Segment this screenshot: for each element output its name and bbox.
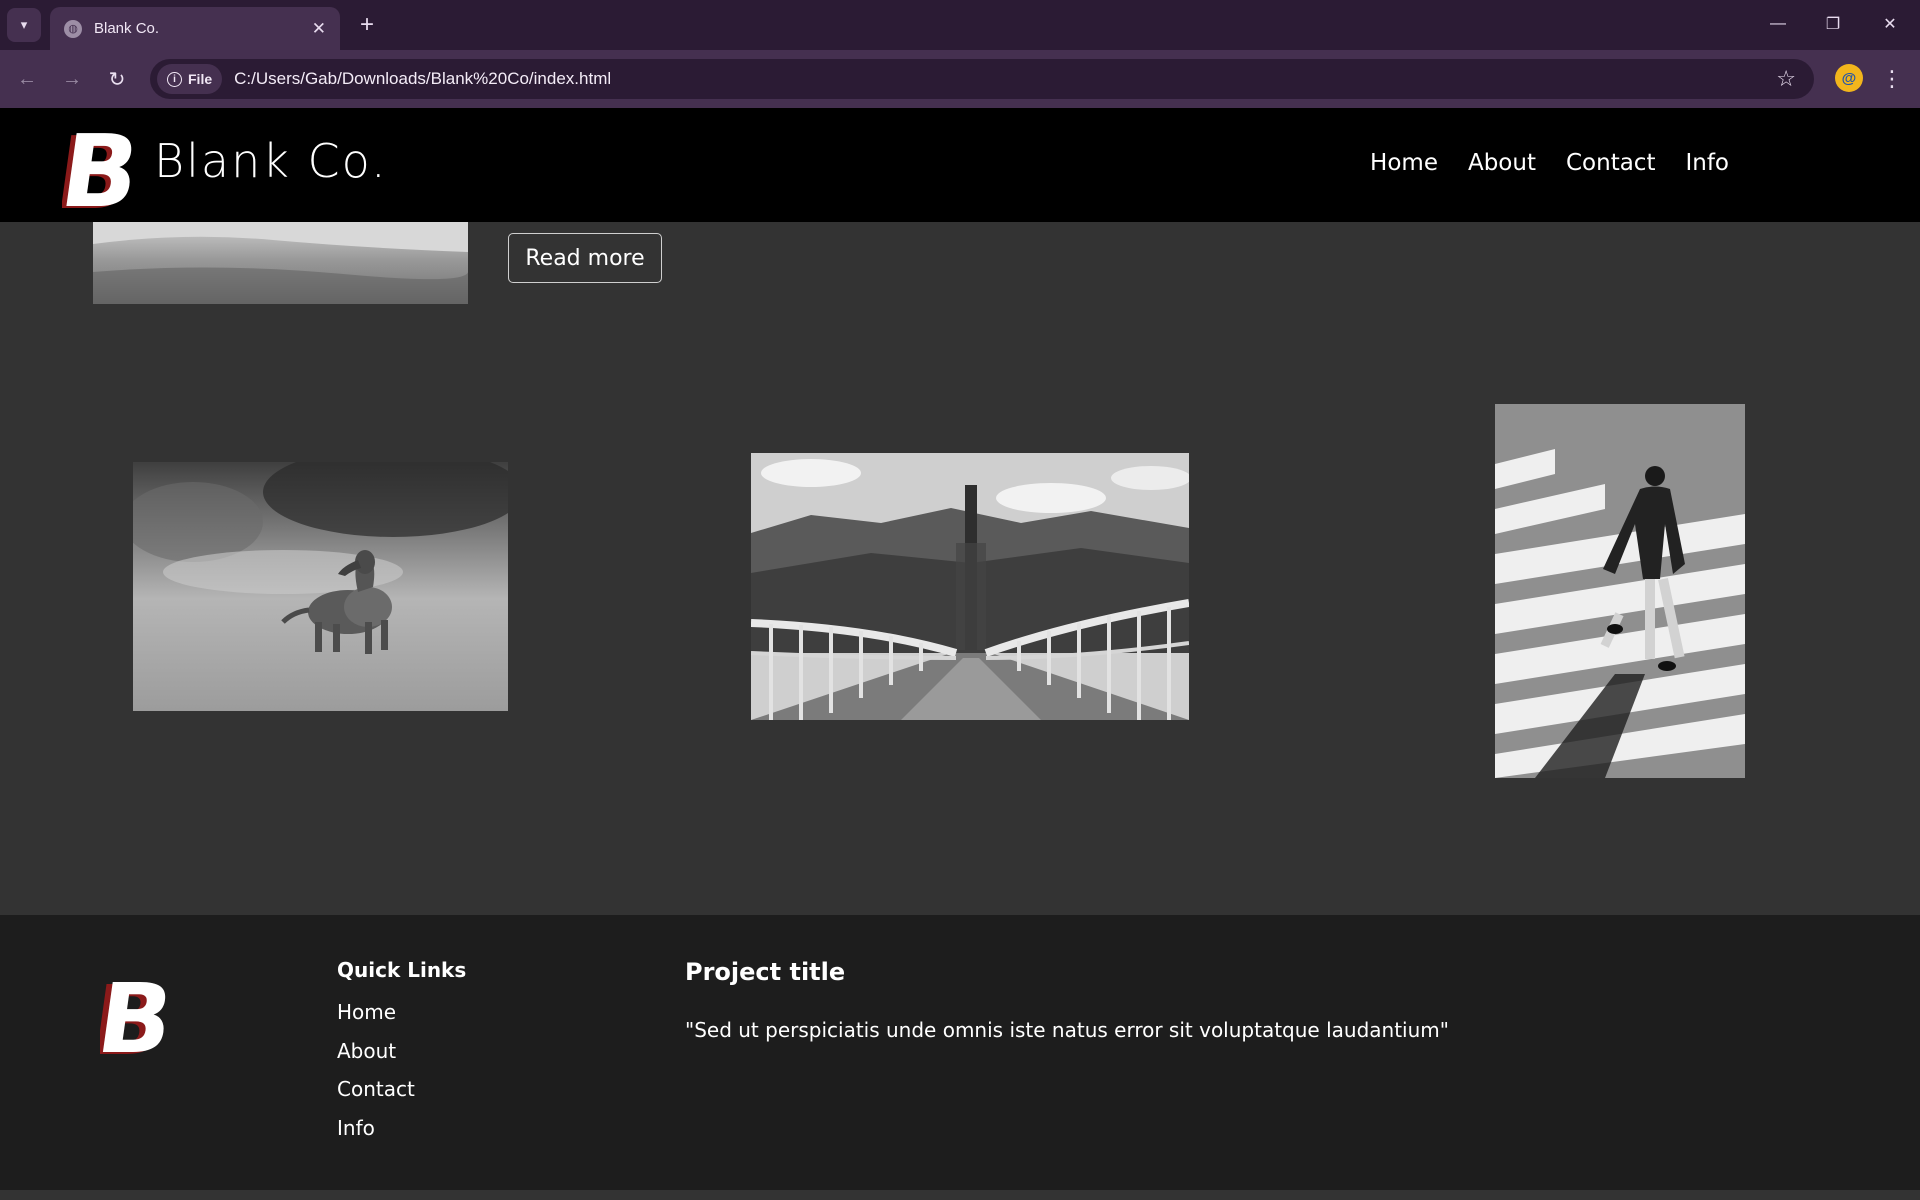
browser-tab-bar: ▾ ◍ Blank Co. ✕ + — ❐ ✕ (0, 0, 1920, 50)
quick-links-title: Quick Links (337, 958, 467, 982)
close-icon[interactable]: ✕ (312, 19, 326, 39)
footer-link-home[interactable]: Home (337, 1000, 415, 1039)
footer-link-about[interactable]: About (337, 1039, 415, 1078)
site-footer (0, 915, 1920, 1190)
url-text[interactable]: C:/Users/Gab/Downloads/Blank%20Co/index.… (234, 69, 1776, 89)
footer-link-contact[interactable]: Contact (337, 1077, 415, 1116)
site-info-label: File (188, 71, 213, 87)
info-icon: i (167, 71, 182, 87)
footer-link-info[interactable]: Info (337, 1116, 415, 1155)
clouds-photo (93, 222, 468, 304)
reload-icon[interactable]: ↻ (100, 62, 134, 96)
svg-text:B: B (62, 122, 138, 214)
address-bar[interactable]: i File C:/Users/Gab/Downloads/Blank%20Co… (150, 59, 1814, 99)
tab-title: Blank Co. (94, 20, 160, 37)
window-close-icon[interactable]: ✕ (1868, 8, 1912, 40)
svg-text:B: B (100, 968, 172, 1062)
bridge-photo (751, 453, 1189, 720)
tab-search-icon[interactable]: ▾ (7, 8, 41, 42)
project-text: "Sed ut perspiciatis unde omnis iste nat… (685, 1018, 1449, 1042)
dog-photo (133, 462, 508, 711)
browser-tab[interactable]: ◍ Blank Co. ✕ (50, 7, 340, 50)
footer-logo-b-icon[interactable]: B B (100, 968, 172, 1062)
nav-contact[interactable]: Contact (1566, 150, 1655, 176)
new-tab-button[interactable]: + (352, 10, 382, 40)
quick-links-list: Home About Contact Info (337, 1000, 415, 1154)
back-icon[interactable]: ← (10, 62, 44, 96)
menu-icon[interactable]: ⋮ (1880, 64, 1904, 94)
extension-icon[interactable]: @ (1835, 64, 1863, 92)
globe-icon: ◍ (64, 19, 82, 38)
forward-icon[interactable]: → (55, 62, 89, 96)
minimize-icon[interactable]: — (1756, 8, 1800, 40)
read-more-button[interactable]: Read more (508, 233, 662, 283)
project-title: Project title (685, 958, 846, 986)
nav-about[interactable]: About (1468, 150, 1536, 176)
site-info-chip[interactable]: i File (157, 64, 223, 94)
brand-name: Blank Co. (154, 134, 388, 188)
browser-toolbar: ← → ↻ i File C:/Users/Gab/Downloads/Blan… (0, 50, 1920, 108)
walking-man-photo (1495, 404, 1745, 778)
nav-info[interactable]: Info (1685, 150, 1729, 176)
logo-b-icon[interactable]: B B (62, 122, 138, 214)
footer-bottom-strip (0, 1190, 1920, 1200)
restore-icon[interactable]: ❐ (1811, 8, 1855, 40)
main-nav: Home About Contact Info (1370, 150, 1729, 176)
star-icon[interactable]: ☆ (1776, 66, 1796, 92)
nav-home[interactable]: Home (1370, 150, 1438, 176)
